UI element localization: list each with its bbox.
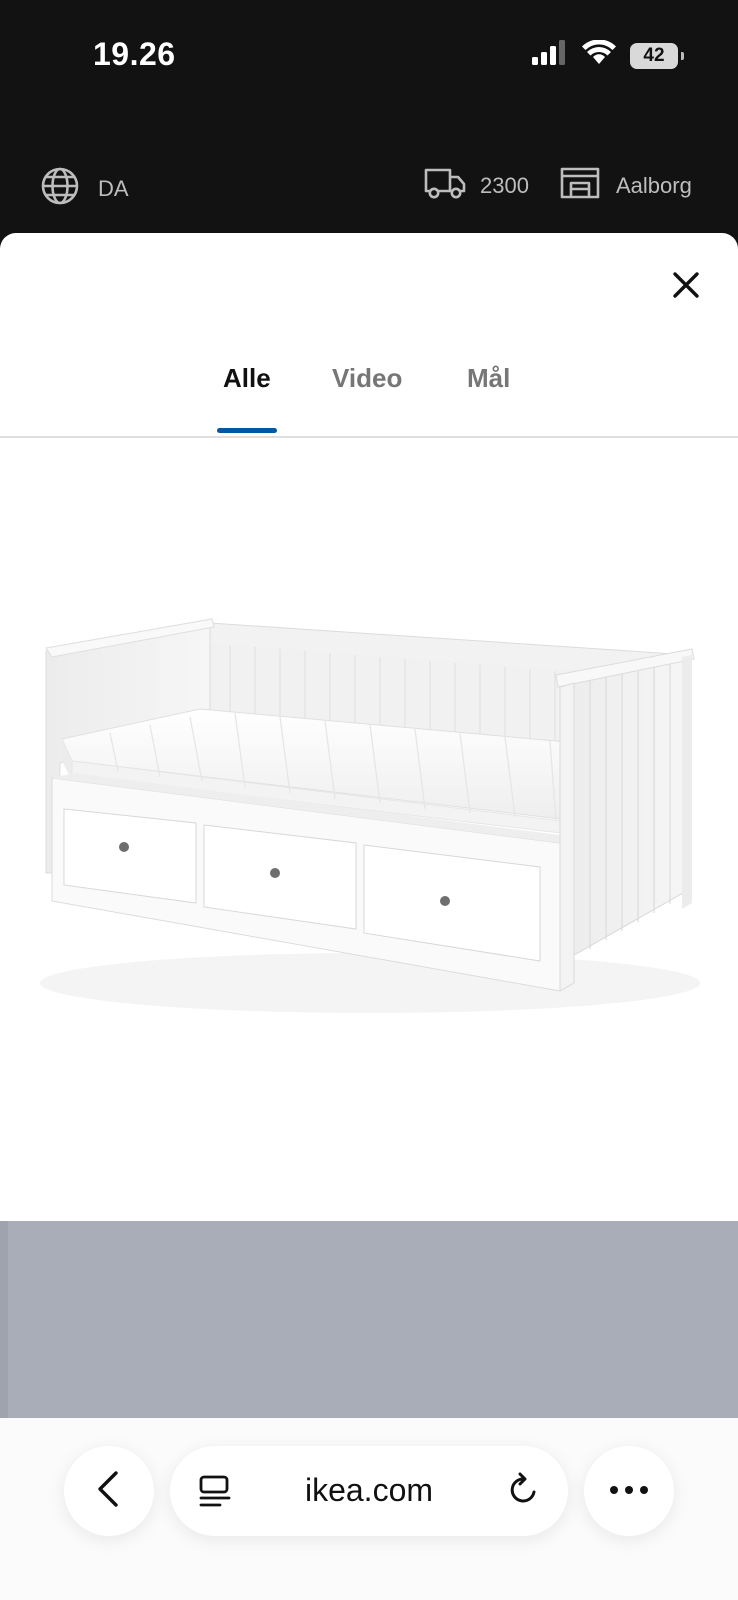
store-selector[interactable]: Aalborg: [560, 166, 692, 206]
browser-toolbar: ikea.com: [0, 1418, 738, 1600]
postcode-label: 2300: [480, 173, 529, 198]
tabs-divider: [0, 436, 738, 438]
close-icon: [672, 271, 700, 304]
address-bar[interactable]: ikea.com: [170, 1446, 568, 1536]
site-header: DA 2300 Aalborg: [0, 160, 738, 216]
media-tabs: Alle Video Mål: [0, 363, 738, 429]
active-tab-indicator: [217, 428, 277, 433]
battery-indicator: 42: [630, 42, 684, 69]
battery-level: 42: [643, 44, 665, 66]
tab-video[interactable]: Video: [332, 363, 402, 394]
more-icon: [609, 1482, 649, 1500]
next-media-preview[interactable]: [0, 1221, 738, 1418]
language-selector[interactable]: DA: [40, 166, 129, 212]
wifi-icon: [582, 39, 616, 71]
store-icon: [560, 166, 600, 206]
truck-icon: [424, 166, 466, 206]
product-image[interactable]: [0, 443, 738, 1203]
store-label: Aalborg: [616, 173, 692, 198]
back-icon: [94, 1469, 124, 1514]
tab-mal[interactable]: Mål: [467, 363, 510, 394]
language-label: DA: [98, 176, 129, 201]
back-button[interactable]: [64, 1446, 154, 1536]
reload-icon[interactable]: [506, 1472, 542, 1513]
status-icons: 42: [532, 39, 684, 71]
status-time: 19.26: [93, 36, 176, 72]
signal-icon: [532, 40, 568, 71]
more-button[interactable]: [584, 1446, 674, 1536]
media-viewer-sheet: Alle Video Mål: [0, 233, 738, 1418]
status-bar: 19.26 42: [0, 0, 738, 120]
tab-alle[interactable]: Alle: [223, 363, 271, 394]
close-button[interactable]: [664, 265, 708, 309]
delivery-postcode[interactable]: 2300: [424, 166, 529, 206]
globe-icon: [40, 166, 80, 212]
